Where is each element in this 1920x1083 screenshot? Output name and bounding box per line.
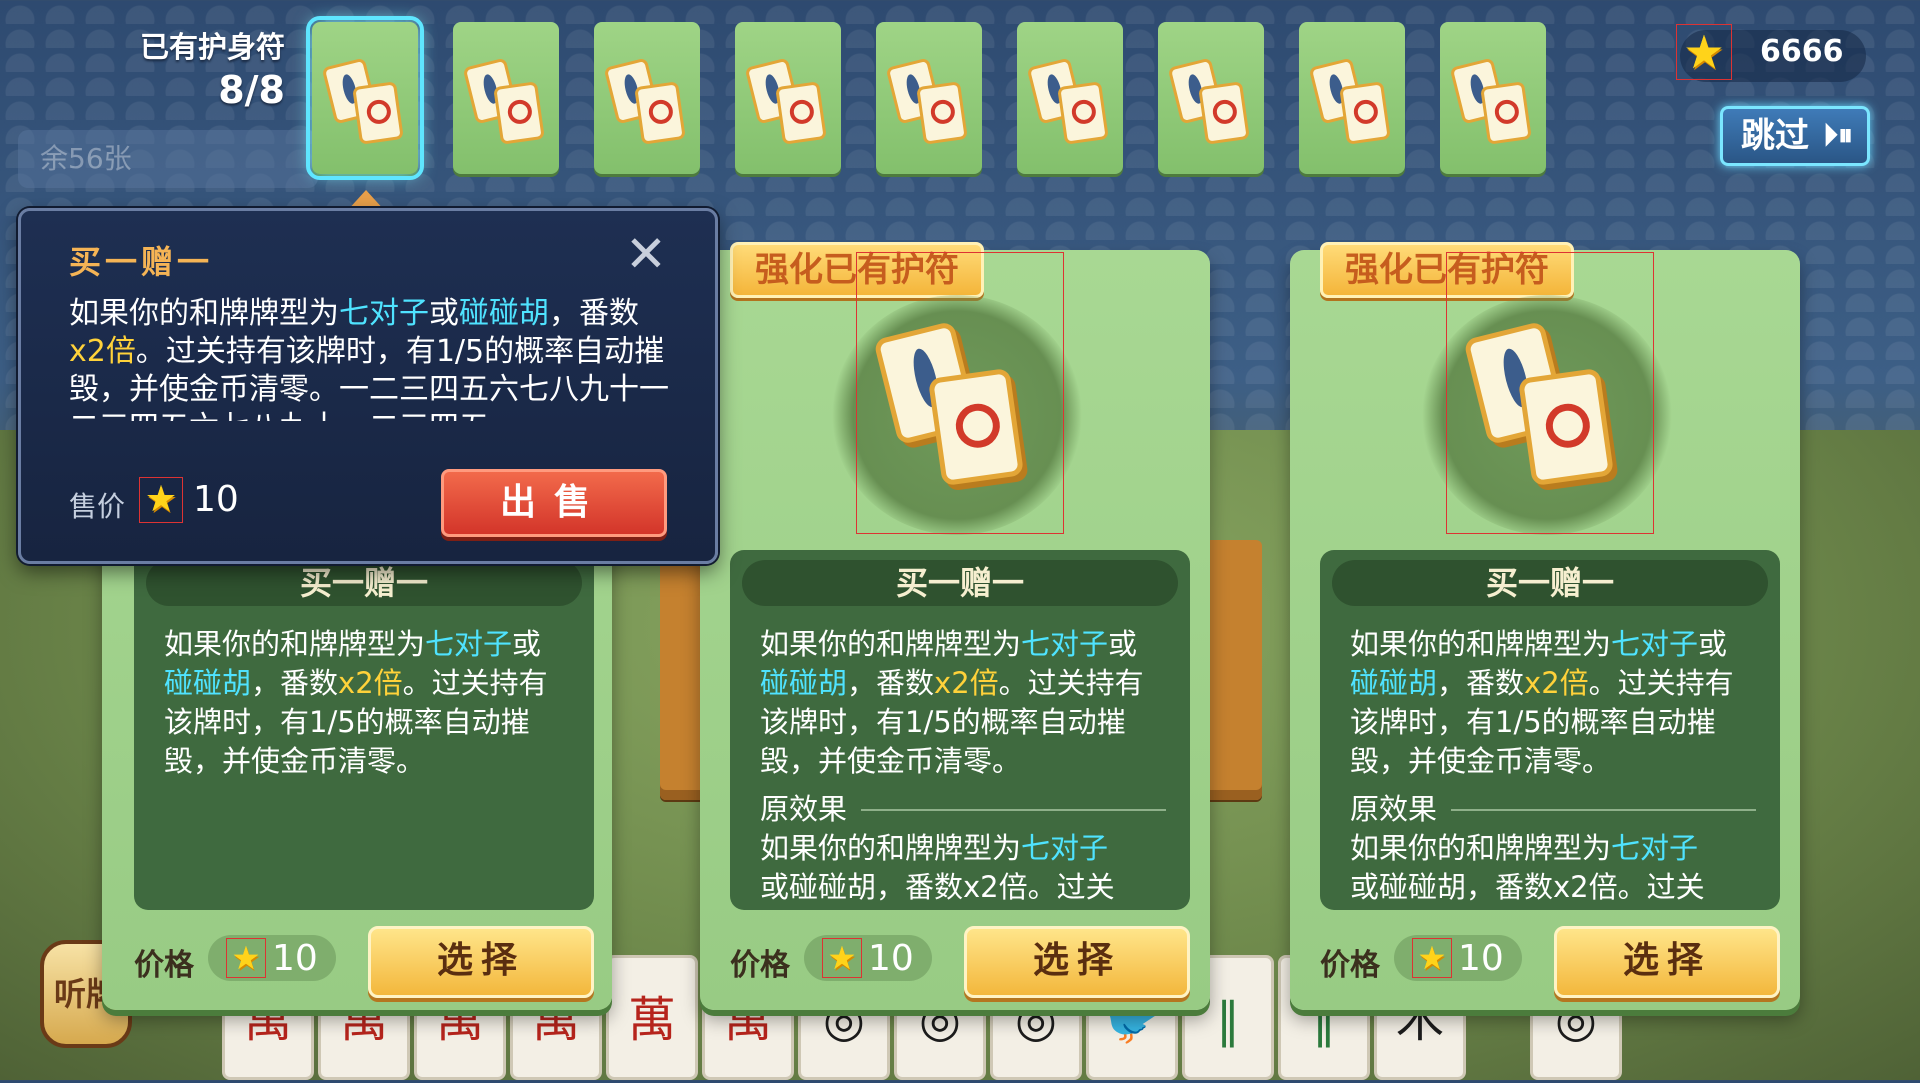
sell-price-label: 售价: [69, 490, 126, 523]
desc-text: 如果你的和牌牌型为: [760, 627, 1022, 661]
select-button[interactable]: 选择: [964, 926, 1190, 998]
card-name: 买一赠一: [1332, 560, 1768, 606]
amulet-slot[interactable]: [1299, 22, 1405, 174]
owned-amulets-label: 已有护身符 8/8: [120, 24, 285, 112]
coin-star-icon: ★: [1412, 938, 1452, 978]
fast-forward-icon: ⏵⏸: [1823, 118, 1853, 153]
desc-text: ，番数: [251, 666, 339, 700]
price-label: 价格: [1320, 948, 1380, 983]
amulet-slot[interactable]: [594, 22, 700, 174]
desc-highlight: 碰碰胡: [760, 666, 848, 700]
original-effect-label: 原效果: [1350, 792, 1438, 826]
desc-text: ，番数: [847, 666, 935, 700]
card-description-panel: 买一赠一 如果你的和牌牌型为七对子或碰碰胡，番数x2倍。过关持有该牌时，有1/5…: [730, 550, 1190, 910]
card-description: 如果你的和牌牌型为七对子或碰碰胡，番数x2倍。过关持有该牌时，有1/5的概率自动…: [760, 625, 1166, 781]
coin-star-icon: ★: [226, 938, 266, 978]
desc-text: ，番数: [1437, 666, 1525, 700]
mahjong-tile-icon: [1480, 81, 1532, 145]
desc-text: 或: [1108, 627, 1138, 661]
desc-highlight: 七对子: [1021, 831, 1109, 865]
desc-text: 或: [1698, 627, 1728, 661]
desc-highlight: 碰碰胡: [164, 666, 252, 700]
desc-multiplier: x2倍: [69, 334, 136, 369]
desc-highlight: 碰碰胡: [459, 296, 549, 331]
hand-tile: 萬: [606, 955, 698, 1080]
desc-text: 如果你的和牌牌型为: [760, 831, 1022, 865]
amulet-slot[interactable]: [453, 22, 559, 174]
mahjong-tile-icon: [493, 81, 545, 145]
desc-highlight: 碰碰胡: [1350, 666, 1438, 700]
popup-description: 如果你的和牌牌型为七对子或碰碰胡，番数 x2倍。过关持有该牌时，有1/5的概率自动…: [69, 295, 675, 421]
amulet-detail-popup: 买一赠一 ✕ 如果你的和牌牌型为七对子或碰碰胡，番数 x2倍。过关持有该牌时，有1…: [18, 208, 718, 564]
desc-multiplier: x2倍: [934, 666, 999, 700]
select-button[interactable]: 选择: [1554, 926, 1780, 998]
coin-star-icon: ★: [1676, 24, 1732, 80]
mahjong-tile-icon: [352, 81, 404, 145]
skip-label: 跳过: [1741, 116, 1809, 156]
desc-text: ，番数: [549, 296, 639, 331]
owned-amulets-title: 已有护身符: [139, 30, 285, 64]
price-value: 10: [1458, 938, 1504, 979]
card-name: 买一赠一: [742, 560, 1178, 606]
mahjong-tile-icon: [916, 81, 968, 145]
desc-text: 如果你的和牌牌型为: [69, 296, 339, 331]
remaining-tiles-label: 余56张: [18, 130, 318, 188]
price-label: 价格: [134, 948, 194, 983]
desc-text: 如果你的和牌牌型为: [164, 627, 426, 661]
desc-multiplier: x2倍: [1524, 666, 1589, 700]
mahjong-tile-icon: [1517, 367, 1615, 487]
amulet-slot[interactable]: [876, 22, 982, 174]
card-description: 如果你的和牌牌型为七对子或碰碰胡，番数x2倍。过关持有该牌时，有1/5的概率自动…: [164, 625, 570, 781]
mahjong-tile-icon: [1339, 81, 1391, 145]
mahjong-tile-icon: [634, 81, 686, 145]
amulet-slot[interactable]: [306, 16, 424, 180]
desc-text: 如果你的和牌牌型为: [1350, 831, 1612, 865]
sell-button[interactable]: 出售: [441, 469, 667, 537]
card-description-panel: 买一赠一 如果你的和牌牌型为七对子或碰碰胡，番数x2倍。过关持有该牌时，有1/5…: [1320, 550, 1780, 910]
amulet-slot[interactable]: [735, 22, 841, 174]
desc-text: 或: [429, 296, 459, 331]
desc-text: 或: [512, 627, 542, 661]
card-art: [1446, 252, 1654, 534]
desc-text: 或碰碰胡，番数x2倍。过关: [760, 870, 1115, 904]
price-value: 10: [272, 938, 318, 979]
original-effect-label: 原效果: [760, 792, 848, 826]
owned-amulets-count: 8/8: [218, 68, 285, 112]
desc-text: 。过关持有该牌时，有1/5的概率自动摧毁，并使金币清零。一二三四五六七八九十一二…: [69, 334, 669, 421]
card-description: 如果你的和牌牌型为七对子或碰碰胡，番数x2倍。过关持有该牌时，有1/5的概率自动…: [1350, 625, 1756, 781]
card-art: [856, 252, 1064, 534]
skip-button[interactable]: 跳过 ⏵⏸: [1720, 106, 1870, 166]
mahjong-tile-icon: [1198, 81, 1250, 145]
desc-highlight: 七对子: [425, 627, 513, 661]
amulet-slot[interactable]: [1440, 22, 1546, 174]
coin-value: 6666: [1760, 34, 1844, 69]
desc-highlight: 七对子: [339, 296, 429, 331]
desc-text: 或碰碰胡，番数x2倍。过关: [1350, 870, 1705, 904]
card-name: 买一赠一: [146, 560, 582, 606]
original-effect: 原效果 如果你的和牌牌型为七对子 或碰碰胡，番数x2倍。过关: [1350, 790, 1756, 907]
desc-highlight: 七对子: [1611, 831, 1699, 865]
desc-multiplier: x2倍: [338, 666, 403, 700]
card-description-panel: 买一赠一 如果你的和牌牌型为七对子或碰碰胡，番数x2倍。过关持有该牌时，有1/5…: [134, 550, 594, 910]
mahjong-tile-icon: [1057, 81, 1109, 145]
amulet-slot[interactable]: [1017, 22, 1123, 174]
original-effect: 原效果 如果你的和牌牌型为七对子 或碰碰胡，番数x2倍。过关: [760, 790, 1166, 907]
price-label: 价格: [730, 948, 790, 983]
popup-title: 买一赠一: [69, 243, 214, 281]
coin-star-icon: ★: [139, 477, 183, 523]
price-value: 10: [868, 938, 914, 979]
desc-highlight: 七对子: [1021, 627, 1109, 661]
amulet-slot[interactable]: [1158, 22, 1264, 174]
desc-text: 如果你的和牌牌型为: [1350, 627, 1612, 661]
close-icon[interactable]: ✕: [621, 229, 671, 279]
mahjong-tile-icon: [927, 367, 1025, 487]
coin-star-icon: ★: [822, 938, 862, 978]
mahjong-tile-icon: [775, 81, 827, 145]
desc-highlight: 七对子: [1611, 627, 1699, 661]
select-button[interactable]: 选择: [368, 926, 594, 998]
sell-price-value: 10: [193, 479, 239, 520]
